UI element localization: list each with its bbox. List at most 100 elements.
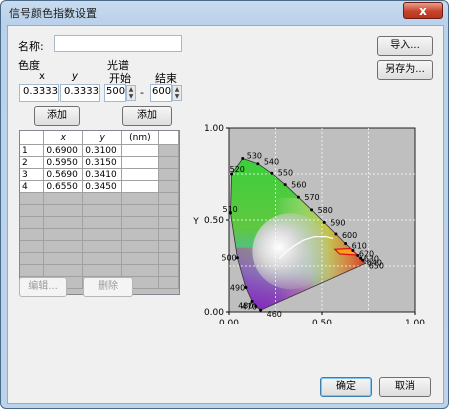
table-cell <box>158 228 179 241</box>
table-cell <box>20 240 45 253</box>
table-cell <box>20 264 45 277</box>
table-cell <box>82 264 123 277</box>
table-empty-row[interactable] <box>20 192 179 205</box>
table-cell <box>158 204 179 217</box>
wavelength-label: 530 <box>247 152 262 161</box>
table-cell <box>158 240 179 253</box>
table-cell <box>82 252 123 265</box>
wavelength-marker <box>283 183 287 187</box>
ok-button[interactable]: 确定 <box>320 377 372 397</box>
chroma-add-button[interactable]: 添加 <box>34 106 80 126</box>
table-cell: 2 <box>20 156 45 169</box>
delete-button[interactable]: 删除 <box>83 277 133 297</box>
name-input[interactable] <box>54 35 182 52</box>
wavelength-marker <box>351 249 355 253</box>
spin-up-icon[interactable]: ▲ <box>173 86 181 93</box>
wavelength-label: 600 <box>342 231 357 240</box>
table-cell <box>20 192 45 205</box>
edit-button[interactable]: 编辑... <box>19 277 67 297</box>
table-cell <box>43 192 84 205</box>
wavelength-marker <box>356 253 360 257</box>
signal-points-table[interactable]: x y (nm) 1 0.6900 0.3100 2 0.5950 0.3150 3 0.56… <box>19 130 180 295</box>
table-cell <box>121 168 159 181</box>
table-empty-row[interactable] <box>20 264 179 277</box>
table-cell: 0.3150 <box>82 156 123 169</box>
table-row[interactable]: 2 0.5950 0.3150 <box>20 156 179 169</box>
column-header-extra <box>158 131 179 145</box>
close-button[interactable]: x <box>403 2 443 19</box>
table-cell <box>43 252 84 265</box>
table-empty-row[interactable] <box>20 240 179 253</box>
table-empty-row[interactable] <box>20 228 179 241</box>
table-cell <box>158 276 179 289</box>
spectrum-start-spinner[interactable]: ▲ ▼ <box>126 85 136 101</box>
cancel-button[interactable]: 取消 <box>379 377 431 397</box>
table-cell <box>158 156 179 169</box>
table-cell: 1 <box>20 144 45 157</box>
wavelength-label: 490 <box>230 284 245 293</box>
wavelength-label: 540 <box>264 158 279 167</box>
table-cell: 0.3100 <box>82 144 123 157</box>
spectrum-end-spinner[interactable]: ▲ ▼ <box>172 85 182 101</box>
table-cell <box>121 216 159 229</box>
spectrum-add-button[interactable]: 添加 <box>122 106 172 126</box>
column-header-y: y <box>82 131 123 145</box>
table-cell <box>121 192 159 205</box>
table-row[interactable]: 1 0.6900 0.3100 <box>20 144 179 157</box>
chromaticity-group-label: 色度 <box>18 59 40 72</box>
import-button[interactable]: 导入... <box>377 36 433 56</box>
table-body: x y (nm) 1 0.6900 0.3100 2 0.5950 0.3150 3 0.56… <box>20 131 179 289</box>
table-empty-row[interactable] <box>20 252 179 265</box>
table-cell <box>43 204 84 217</box>
wavelength-label: 570 <box>304 193 319 202</box>
table-cell <box>121 144 159 157</box>
table-cell <box>20 228 45 241</box>
chroma-y-header: y <box>72 71 78 82</box>
wavelength-label: 580 <box>318 206 333 215</box>
table-empty-row[interactable] <box>20 204 179 217</box>
table-cell <box>43 228 84 241</box>
wavelength-label: 560 <box>291 181 306 190</box>
table-empty-row[interactable] <box>20 216 179 229</box>
table-row[interactable]: 4 0.6550 0.3450 <box>20 180 179 193</box>
wavelength-label: 500 <box>221 254 236 263</box>
table-cell <box>121 240 159 253</box>
spin-down-icon[interactable]: ▼ <box>173 93 181 100</box>
wavelength-marker <box>322 220 326 224</box>
table-cell: 3 <box>20 168 45 181</box>
wavelength-label: 520 <box>230 165 245 174</box>
column-header-nm: (nm) <box>121 131 159 145</box>
spectrum-end-input[interactable]: 600 <box>150 84 172 102</box>
table-cell <box>158 252 179 265</box>
dialog-client-area: 名称: 色度 x y 0.3333 0.3333 添加 光谱 开始 结束 500… <box>7 25 444 404</box>
table-cell <box>158 168 179 181</box>
table-cell <box>43 240 84 253</box>
table-cell: 0.5690 <box>43 168 84 181</box>
gamut-white-point <box>252 213 329 290</box>
name-label: 名称: <box>18 40 44 53</box>
table-cell: 0.6900 <box>43 144 84 157</box>
table-cell <box>43 216 84 229</box>
save-as-button[interactable]: 另存为... <box>377 60 433 80</box>
table-cell <box>82 204 123 217</box>
table-cell <box>158 264 179 277</box>
x-tick-label: 0.50 <box>312 319 332 324</box>
table-cell: 0.6550 <box>43 180 84 193</box>
table-cell <box>20 252 45 265</box>
table-cell <box>121 264 159 277</box>
y-tick-label: 1.00 <box>204 124 224 134</box>
table-row[interactable]: 3 0.5690 0.3410 <box>20 168 179 181</box>
spin-down-icon[interactable]: ▼ <box>127 93 135 100</box>
table-cell <box>121 252 159 265</box>
table-cell: 4 <box>20 180 45 193</box>
wavelength-label: 510 <box>222 205 237 214</box>
table-header-row: x y (nm) <box>20 131 179 145</box>
y-tick-label: 0.50 <box>204 216 224 226</box>
x-tick-label: 1.00 <box>405 319 425 324</box>
window-title: 信号颜色指数设置 <box>9 7 97 20</box>
spin-up-icon[interactable]: ▲ <box>127 86 135 93</box>
chroma-x-input[interactable]: 0.3333 <box>19 84 59 102</box>
table-cell: 0.3450 <box>82 180 123 193</box>
chroma-y-input[interactable]: 0.3333 <box>60 84 100 102</box>
spectrum-start-input[interactable]: 500 <box>104 84 126 102</box>
